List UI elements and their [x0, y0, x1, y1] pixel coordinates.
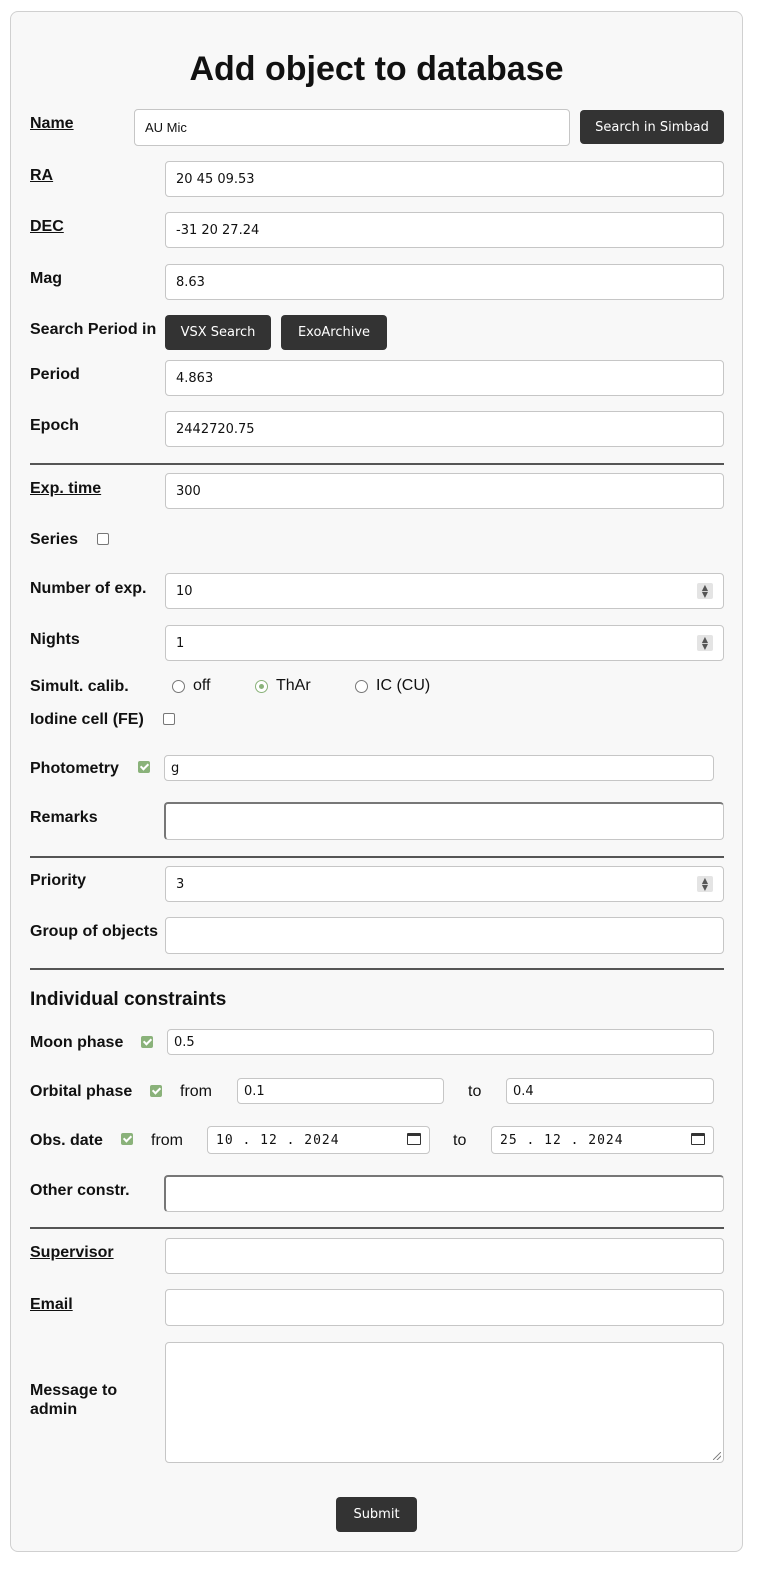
obs-date-label: Obs. date [30, 1132, 103, 1149]
ra-input[interactable]: 20 45 09.53 [165, 161, 724, 197]
num-exp-value: 10 [176, 583, 193, 599]
moon-phase-checkbox[interactable] [141, 1036, 153, 1048]
orbital-to-input[interactable]: 0.4 [506, 1078, 714, 1104]
spinner-icon[interactable]: ▲ ▼ [697, 583, 713, 599]
simult-calib-label: Simult. calib. [30, 678, 129, 695]
search-simbad-button[interactable]: Search in Simbad [580, 110, 724, 144]
orbital-from-label: from [180, 1083, 212, 1100]
obs-date-from-input[interactable]: 10 . 12 . 2024 [207, 1126, 430, 1154]
message-textarea[interactable] [165, 1342, 724, 1463]
moon-phase-input[interactable]: 0.5 [167, 1029, 714, 1055]
calib-ic-label: IC (CU) [376, 677, 431, 694]
photometry-checkbox[interactable] [138, 761, 150, 773]
obs-date-checkbox[interactable] [121, 1133, 133, 1145]
calib-thar-label: ThAr [276, 677, 311, 694]
page-title: Add object to database [189, 50, 564, 88]
priority-label: Priority [30, 872, 87, 889]
obs-date-from-label: from [151, 1132, 183, 1149]
calib-thar-radio[interactable] [255, 680, 268, 693]
period-input[interactable]: 4.863 [165, 360, 724, 396]
divider [30, 463, 724, 465]
spinner-icon[interactable]: ▲ ▼ [697, 635, 713, 651]
remarks-input[interactable] [164, 802, 724, 840]
photometry-label: Photometry [30, 760, 119, 777]
obs-date-to-input[interactable]: 25 . 12 . 2024 [491, 1126, 714, 1154]
calendar-icon[interactable] [691, 1133, 705, 1145]
epoch-input[interactable]: 2442720.75 [165, 411, 724, 447]
spinner-icon[interactable]: ▲ ▼ [697, 876, 713, 892]
iodine-label: Iodine cell (FE) [30, 711, 144, 728]
mag-input[interactable]: 8.63 [165, 264, 724, 300]
mag-label: Mag [30, 270, 62, 287]
message-label: Message to admin [30, 1382, 118, 1418]
email-input[interactable] [165, 1289, 724, 1326]
num-exp-input[interactable]: 10 ▲ ▼ [165, 573, 724, 609]
divider [30, 856, 724, 858]
vsx-search-button[interactable]: VSX Search [165, 315, 271, 350]
dec-label: DEC [30, 218, 64, 235]
epoch-label: Epoch [30, 417, 79, 434]
constraints-heading: Individual constraints [30, 989, 227, 1010]
calib-off-label: off [193, 677, 211, 694]
divider [30, 968, 724, 970]
orbital-from-input[interactable]: 0.1 [237, 1078, 444, 1104]
email-label: Email [30, 1296, 73, 1313]
group-label: Group of objects [30, 923, 158, 940]
num-exp-label: Number of exp. [30, 580, 147, 597]
resize-handle-icon[interactable] [713, 1452, 721, 1460]
iodine-checkbox[interactable] [163, 713, 175, 725]
name-label: Name [30, 115, 74, 132]
exp-time-input[interactable]: 300 [165, 473, 724, 509]
calib-off-radio[interactable] [172, 680, 185, 693]
obs-date-to-label: to [453, 1132, 467, 1149]
other-constr-input[interactable] [164, 1175, 724, 1212]
exp-time-label: Exp. time [30, 480, 102, 497]
search-period-label: Search Period in [30, 321, 157, 338]
name-input[interactable]: AU Mic [134, 109, 570, 146]
exoarchive-button[interactable]: ExoArchive [281, 315, 387, 350]
nights-value: 1 [176, 635, 185, 651]
priority-value: 3 [176, 876, 185, 892]
calendar-icon[interactable] [407, 1133, 421, 1145]
ra-label: RA [30, 167, 54, 184]
supervisor-input[interactable] [165, 1238, 724, 1274]
nights-label: Nights [30, 631, 80, 648]
orbital-phase-label: Orbital phase [30, 1083, 133, 1100]
obs-date-to-value: 25 . 12 . 2024 [500, 1132, 624, 1148]
nights-input[interactable]: 1 ▲ ▼ [165, 625, 724, 661]
orbital-phase-checkbox[interactable] [150, 1085, 162, 1097]
obs-date-from-value: 10 . 12 . 2024 [216, 1132, 340, 1148]
dec-input[interactable]: -31 20 27.24 [165, 212, 724, 248]
series-checkbox[interactable] [97, 533, 109, 545]
priority-input[interactable]: 3 ▲ ▼ [165, 866, 724, 902]
remarks-label: Remarks [30, 809, 98, 826]
divider [30, 1227, 724, 1229]
submit-button[interactable]: Submit [336, 1497, 417, 1532]
photometry-input[interactable]: g [164, 755, 714, 781]
series-label: Series [30, 531, 79, 548]
group-input[interactable] [165, 917, 724, 954]
moon-phase-label: Moon phase [30, 1034, 124, 1051]
calib-ic-radio[interactable] [355, 680, 368, 693]
period-label: Period [30, 366, 80, 383]
orbital-to-label: to [468, 1083, 482, 1100]
other-constr-label: Other constr. [30, 1182, 130, 1199]
supervisor-label: Supervisor [30, 1244, 114, 1261]
